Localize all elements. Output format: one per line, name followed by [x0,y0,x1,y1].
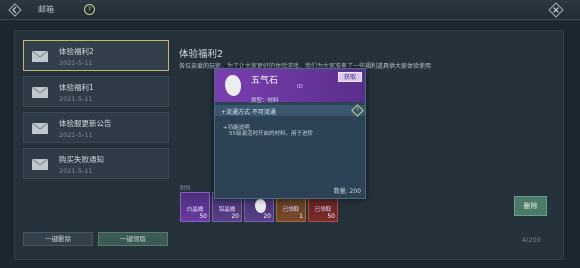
mail-item[interactable]: 体验服更新公告 2021-5-11 [23,112,169,143]
mail-title: 体验服更新公告 [59,119,112,128]
mail-title: 购买失败通知 [59,155,104,164]
stone-icon [255,199,266,213]
attachment-name: 白晶魄 [186,207,204,213]
attachment-qty: 50 [327,213,335,220]
attachment-qty: 20 [263,213,271,220]
attachment-qty: 1 [299,213,303,220]
item-flow: +流通方式 不可流通 [221,109,276,116]
back-arrow-icon[interactable] [8,3,22,17]
top-bar: 邮箱 ? [0,0,580,20]
attachment-name: 铝晶魄 [218,207,236,213]
attachment-qty: 20 [231,213,239,220]
mail-detail-title: 体验福利2 [179,49,224,60]
item-id: ID [297,84,303,90]
obtain-button[interactable]: 获取 [338,72,362,82]
stone-icon [225,75,241,96]
mail-date: 2021-5-11 [59,59,93,67]
claim-all-button[interactable]: 一键领取 [98,232,168,246]
mail-item[interactable]: 购买失败通知 2021-5-11 [23,148,169,179]
attachment-name: 已领取 [282,207,300,213]
mail-date: 2021-5-11 [59,167,93,175]
envelope-icon [31,122,49,134]
tooltip-header: 五气石 ID 获取 类型：材料 [215,69,365,104]
item-type: 类型：材料 [251,98,279,104]
help-icon[interactable]: ? [351,104,364,117]
attachment-slot[interactable]: 白晶魄 50 [180,192,210,222]
mail-list: 体验福利2 2021-5-11 体验福利1 2021-5-11 体验服更新公告 … [23,40,169,184]
mail-item[interactable]: 体验福利2 2021-5-11 [23,40,169,71]
mail-date: 2021-5-11 [59,95,93,103]
mail-item[interactable]: 体验福利1 2021-5-11 [23,76,169,107]
item-qty: 数量: 200 [333,188,361,195]
envelope-icon [31,50,49,62]
item-name: 五气石 [251,76,279,86]
envelope-icon [31,158,49,170]
close-icon[interactable] [548,2,564,18]
attachment-name: 已领取 [314,207,332,213]
flow-bar: +流通方式 不可流通 ? [215,104,365,117]
item-desc: 55级激活时开启的材料，用于进阶 [229,131,313,137]
mail-count: 4/200 [522,236,541,244]
attachments-label: 附件 [180,186,192,192]
delete-all-button[interactable]: 一键删除 [23,232,93,246]
help-icon[interactable]: ? [81,1,98,18]
mail-date: 2021-5-11 [59,131,93,139]
item-tooltip: 五气石 ID 获取 类型：材料 +流通方式 不可流通 ? +功能说明 55级激活… [214,68,366,199]
envelope-icon [31,86,49,98]
desc-label: +功能说明 [223,125,250,131]
attachment-qty: 50 [199,213,207,220]
mail-title: 体验福利1 [59,83,94,92]
page-title: 邮箱 [38,5,54,14]
delete-button[interactable]: 删除 [514,196,547,216]
mail-title: 体验福利2 [59,47,94,56]
